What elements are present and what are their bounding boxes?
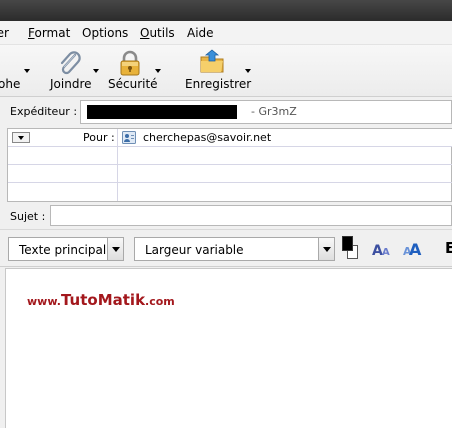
from-value: - Gr3mZ: [251, 105, 297, 118]
bold-button[interactable]: E: [445, 239, 452, 257]
chevron-down-icon[interactable]: [318, 238, 334, 260]
row-divider: [8, 164, 452, 165]
attach-label: Joindre: [50, 77, 92, 91]
watermark-suffix: .com: [145, 295, 175, 308]
recipient-list[interactable]: Pour : cherchepas@savoir.net: [7, 128, 452, 202]
from-label: Expéditeur :: [10, 105, 78, 118]
text-color-button[interactable]: [342, 236, 360, 262]
menu-aide[interactable]: Aide: [187, 26, 214, 40]
font-select[interactable]: Largeur variable: [134, 237, 335, 261]
paperclip-icon: [60, 51, 81, 75]
chevron-down-icon[interactable]: [155, 69, 161, 73]
recipient-row[interactable]: Pour : cherchepas@savoir.net: [8, 129, 452, 146]
row-divider: [8, 146, 452, 147]
paragraph-style-select[interactable]: Texte principal: [8, 237, 124, 261]
recipient-address[interactable]: cherchepas@savoir.net: [143, 131, 271, 144]
menu-format[interactable]: Format: [28, 26, 70, 40]
toolbar-partial-button[interactable]: ohe: [0, 45, 30, 97]
padlock-icon: [120, 50, 140, 76]
row-divider: [8, 182, 452, 183]
from-field[interactable]: - Gr3mZ: [80, 100, 452, 124]
contact-card-icon: [122, 131, 136, 144]
tutomatik-watermark-logo: www.TutoMatik.com: [27, 291, 175, 309]
message-body-editor[interactable]: www.TutoMatik.com: [5, 268, 452, 428]
recipient-type-label: Pour :: [83, 131, 115, 144]
svg-text:A: A: [409, 240, 422, 259]
chevron-down-icon[interactable]: [24, 69, 30, 73]
subject-label: Sujet :: [10, 210, 46, 223]
subject-field[interactable]: [50, 205, 452, 226]
watermark-brand: TutoMatik: [60, 291, 146, 309]
window-titlebar: [0, 0, 452, 21]
compose-toolbar: ohe Joindre Sécurité Enregistrer: [0, 45, 452, 97]
save-button[interactable]: Enregistrer: [180, 45, 252, 97]
save-label: Enregistrer: [185, 77, 252, 91]
security-label: Sécurité: [108, 77, 158, 91]
larger-text-icon[interactable]: A A: [402, 238, 426, 260]
format-toolbar: Texte principal Largeur variable A A A A…: [0, 229, 452, 267]
svg-text:A: A: [382, 247, 390, 258]
chevron-down-icon[interactable]: [107, 238, 123, 260]
redacted-sender: [87, 105, 237, 119]
text-color-swatch: [342, 236, 353, 251]
watermark-prefix: www.: [27, 295, 61, 308]
column-divider: [117, 129, 118, 201]
toolbar-partial-label: ohe: [0, 77, 21, 91]
menu-options[interactable]: Options: [82, 26, 128, 40]
attach-button[interactable]: Joindre: [44, 45, 102, 97]
menu-partial[interactable]: rer: [0, 26, 9, 40]
paragraph-style-value: Texte principal: [19, 243, 107, 257]
chevron-down-icon[interactable]: [93, 69, 99, 73]
chevron-down-icon[interactable]: [12, 132, 30, 143]
menu-outils[interactable]: Outils: [140, 26, 175, 40]
folder-save-icon: [200, 49, 224, 73]
security-button[interactable]: Sécurité: [104, 45, 164, 97]
recipient-type-dropdown[interactable]: Pour :: [10, 131, 115, 144]
font-value: Largeur variable: [145, 243, 244, 257]
smaller-text-icon[interactable]: A A: [370, 239, 392, 259]
chevron-down-icon[interactable]: [245, 69, 251, 73]
menu-bar: rer Format Options Outils Aide: [0, 21, 452, 45]
